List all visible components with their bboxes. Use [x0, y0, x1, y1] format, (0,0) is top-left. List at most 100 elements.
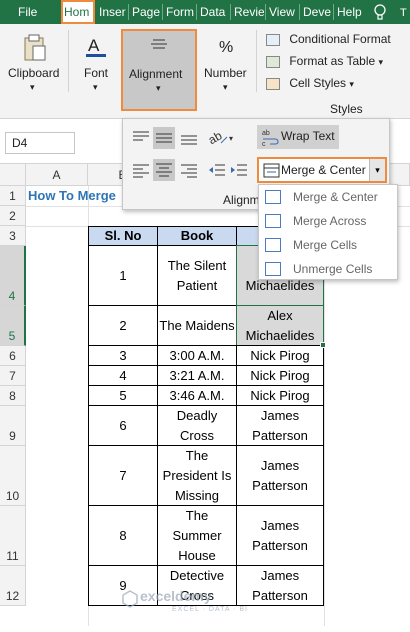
table-cell-book[interactable]: The Maidens [157, 305, 237, 346]
align-lines-icon [151, 39, 167, 49]
decrease-indent-icon[interactable] [207, 161, 227, 179]
row-header-3[interactable]: 3 [0, 226, 26, 246]
tab-help[interactable]: Help [337, 0, 365, 24]
tab-home[interactable]: Hom [61, 0, 95, 24]
row-header-6[interactable]: 6 [0, 346, 26, 366]
row-header-12[interactable]: 12 [0, 566, 26, 606]
tab-data[interactable]: Data [200, 0, 228, 24]
orientation-icon[interactable]: ab ▾ [207, 127, 237, 147]
align-left-icon[interactable] [131, 161, 151, 179]
font-icon[interactable]: A [84, 34, 108, 60]
table-cell-author[interactable]: James Patterson [236, 445, 324, 506]
increase-indent-icon[interactable] [229, 161, 249, 179]
svg-text:▾: ▾ [229, 134, 233, 143]
ribbon-tab-bar: File Hom Inser Page Form Data Revie View… [0, 0, 410, 24]
clipboard-label[interactable]: Clipboard [8, 66, 59, 80]
table-cell-slno[interactable]: 4 [88, 365, 158, 386]
tell-me-icon[interactable]: T [400, 6, 410, 18]
table-cell-author[interactable]: James Patterson [236, 565, 324, 606]
table-cell-book[interactable]: The President Is Missing [157, 445, 237, 506]
font-dropdown-icon[interactable]: ▾ [93, 82, 98, 93]
table-cell-slno[interactable]: 8 [88, 505, 158, 566]
align-right-icon[interactable] [179, 161, 199, 179]
wrap-text-button[interactable]: ab c Wrap Text [257, 125, 339, 149]
number-label[interactable]: Number [204, 66, 247, 80]
table-cell-author[interactable]: Nick Pirog [236, 385, 324, 406]
table-cell-slno[interactable]: 6 [88, 405, 158, 446]
row-header-8[interactable]: 8 [0, 386, 26, 406]
row-header-10[interactable]: 10 [0, 446, 26, 506]
wrap-text-label: Wrap Text [281, 129, 335, 143]
paste-icon[interactable] [22, 34, 48, 62]
column-header-a[interactable]: A [26, 164, 88, 186]
tab-formulas[interactable]: Form [166, 0, 194, 24]
wrap-text-icon: ab c [262, 130, 279, 146]
tab-view[interactable]: View [269, 0, 297, 24]
menu-item-merge-cells[interactable]: Merge Cells [259, 233, 399, 257]
merge-center-button[interactable]: Merge & Center ▾ [257, 157, 387, 183]
number-format-icon[interactable]: % [216, 34, 238, 58]
menu-item-merge-center[interactable]: Merge & Center [259, 185, 399, 209]
format-as-table-button[interactable]: Format as Table ▾ [266, 54, 383, 74]
tab-developer[interactable]: Deve [303, 0, 331, 24]
tab-insert[interactable]: Inser [99, 0, 127, 24]
row-header-1[interactable]: 1 [0, 186, 26, 206]
tab-page-layout[interactable]: Page [132, 0, 160, 24]
select-all-corner[interactable] [0, 164, 26, 186]
svg-text:T: T [400, 7, 407, 18]
watermark-tagline: EXCEL · DATA · BI [172, 606, 248, 613]
table-cell-author[interactable]: Nick Pirog [236, 345, 324, 366]
row-header-4[interactable]: 4 [0, 246, 26, 306]
menu-item-merge-across[interactable]: Merge Across [259, 209, 399, 233]
number-dropdown-icon[interactable]: ▾ [223, 82, 228, 93]
align-center-icon[interactable] [153, 159, 175, 181]
table-cell-author[interactable]: James Patterson [236, 405, 324, 446]
format-table-dropdown-icon: ▾ [378, 57, 384, 67]
font-label[interactable]: Font [84, 66, 108, 80]
cell-styles-dropdown-icon: ▾ [349, 79, 354, 89]
table-cell-slno[interactable]: 7 [88, 445, 158, 506]
table-cell-book[interactable]: The Summer House [157, 505, 237, 566]
table-cell-author[interactable]: Nick Pirog [236, 365, 324, 386]
conditional-format-button[interactable]: Conditional Format [266, 32, 391, 52]
align-bottom-icon[interactable] [179, 129, 199, 147]
lightbulb-icon[interactable] [373, 3, 387, 21]
svg-text:c: c [262, 141, 266, 146]
table-cell-book[interactable]: 3:46 A.M. [157, 385, 237, 406]
clipboard-dropdown-icon[interactable]: ▾ [30, 82, 35, 93]
merge-center-dropdown-icon[interactable]: ▾ [369, 159, 385, 181]
align-middle-icon[interactable] [153, 127, 175, 149]
table-cell-book[interactable]: Deadly Cross [157, 405, 237, 446]
fill-handle[interactable] [320, 342, 326, 348]
row-header-9[interactable]: 9 [0, 406, 26, 446]
align-top-icon[interactable] [131, 129, 151, 147]
row-header-5[interactable]: 5 [0, 306, 26, 346]
row-header-11[interactable]: 11 [0, 506, 26, 566]
table-cell-author[interactable]: James Patterson [236, 505, 324, 566]
table-cell-book[interactable]: 3:00 A.M. [157, 345, 237, 366]
tab-file[interactable]: File [18, 0, 46, 24]
conditional-format-icon [266, 33, 280, 46]
table-cell-slno[interactable]: 5 [88, 385, 158, 406]
table-cell-slno[interactable]: 3 [88, 345, 158, 366]
table-cell-author-selected[interactable]: Alex Michaelides [236, 305, 324, 346]
row-header-2[interactable]: 2 [0, 206, 26, 226]
sheet-title[interactable]: How To Merge [28, 186, 128, 206]
table-cell-book[interactable]: 3:21 A.M. [157, 365, 237, 386]
alignment-label: Alignment [129, 67, 183, 81]
table-cell-slno[interactable]: 2 [88, 305, 158, 346]
menu-item-unmerge-cells[interactable]: Unmerge Cells [259, 257, 399, 281]
cell-styles-button[interactable]: Cell Styles ▾ [266, 76, 354, 96]
name-box[interactable]: D4 [5, 132, 75, 154]
tab-review[interactable]: Revie [234, 0, 264, 24]
table-header-slno[interactable]: Sl. No [88, 226, 158, 246]
svg-text:A: A [88, 36, 100, 55]
table-header-book[interactable]: Book [157, 226, 237, 246]
table-cell-slno[interactable]: 1 [88, 245, 158, 306]
merge-dropdown-menu: Merge & Center Merge Across Merge Cells … [258, 184, 398, 280]
alignment-dropdown-icon: ▾ [156, 83, 161, 93]
row-header-7[interactable]: 7 [0, 366, 26, 386]
table-cell-book[interactable]: The Silent Patient [157, 245, 237, 306]
alignment-button[interactable]: Alignment ▾ [121, 29, 197, 111]
cell-styles-icon [266, 77, 280, 90]
